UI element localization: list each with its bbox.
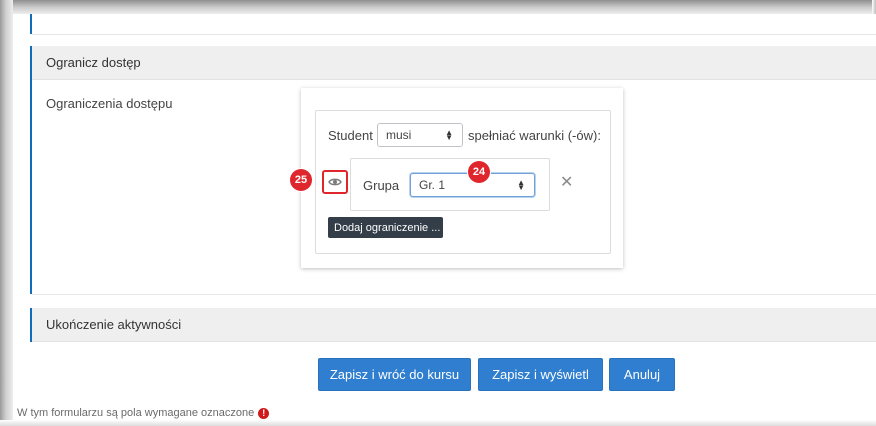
conditions-suffix: spełniać warunki (-ów):	[468, 128, 601, 143]
student-label: Student	[328, 128, 373, 143]
form-content: Ogranicz dostęp Ograniczenia dostępu Stu…	[13, 14, 876, 420]
required-note-text: W tym formularzu są pola wymagane oznacz…	[17, 407, 255, 419]
must-select[interactable]: musi ▲ ▼	[377, 123, 463, 147]
select-caret-icon: ▲ ▼	[517, 178, 525, 192]
completion-header[interactable]: Ukończenie aktywności	[32, 308, 876, 342]
window-bottom-shadow	[0, 420, 876, 426]
eye-icon	[328, 178, 342, 186]
must-select-value: musi	[386, 128, 412, 142]
restrict-access-title: Ogranicz dostęp	[46, 55, 141, 70]
close-icon[interactable]: ✕	[560, 175, 573, 191]
access-restrictions-label: Ograniczenia dostępu	[46, 96, 173, 111]
add-restriction-button[interactable]: Dodaj ograniczenie ...	[328, 217, 443, 238]
exclamation-circle-icon: !	[258, 407, 270, 419]
save-display-button[interactable]: Zapisz i wyświetl	[478, 358, 603, 391]
annotation-badge-25: 25	[290, 169, 312, 191]
required-fields-note: W tym formularzu są pola wymagane oznacz…	[17, 407, 270, 419]
previous-section-bottom	[32, 14, 876, 35]
completion-title: Ukończenie aktywności	[46, 317, 182, 332]
restrict-access-header[interactable]: Ogranicz dostęp	[32, 46, 876, 80]
save-return-button[interactable]: Zapisz i wróć do kursu	[318, 358, 471, 391]
group-type-label: Grupa	[363, 178, 400, 193]
eye-toggle-button[interactable]	[322, 170, 348, 194]
group-select-value: Gr. 1	[419, 178, 446, 192]
select-caret-icon: ▲ ▼	[445, 128, 453, 142]
annotation-badge-24: 24	[468, 161, 490, 183]
cancel-button[interactable]: Anuluj	[609, 358, 675, 391]
window-left-shadow	[0, 0, 13, 426]
window-top-shadow	[0, 0, 876, 14]
